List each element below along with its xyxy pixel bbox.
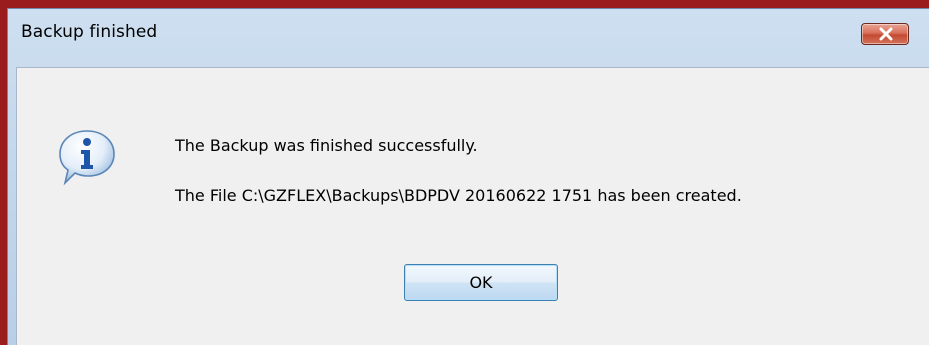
- backup-finished-dialog: Backup finished The Backup was finished …: [7, 8, 929, 345]
- ok-button[interactable]: OK: [404, 264, 558, 301]
- screen: Backup finished The Backup was finished …: [0, 0, 929, 345]
- background-window-left-edge: [0, 0, 7, 345]
- close-icon: [879, 27, 893, 41]
- title-bar[interactable]: Backup finished: [8, 9, 929, 65]
- message-line-1: The Backup was finished successfully.: [175, 136, 478, 155]
- dialog-content: The Backup was finished successfully. Th…: [16, 67, 929, 345]
- background-window-edge: [0, 0, 929, 8]
- dialog-title: Backup finished: [21, 22, 158, 42]
- message-line-2: The File C:\GZFLEX\Backups\BDPDV 2016062…: [175, 186, 742, 205]
- close-button[interactable]: [861, 23, 909, 45]
- info-icon: [59, 130, 115, 186]
